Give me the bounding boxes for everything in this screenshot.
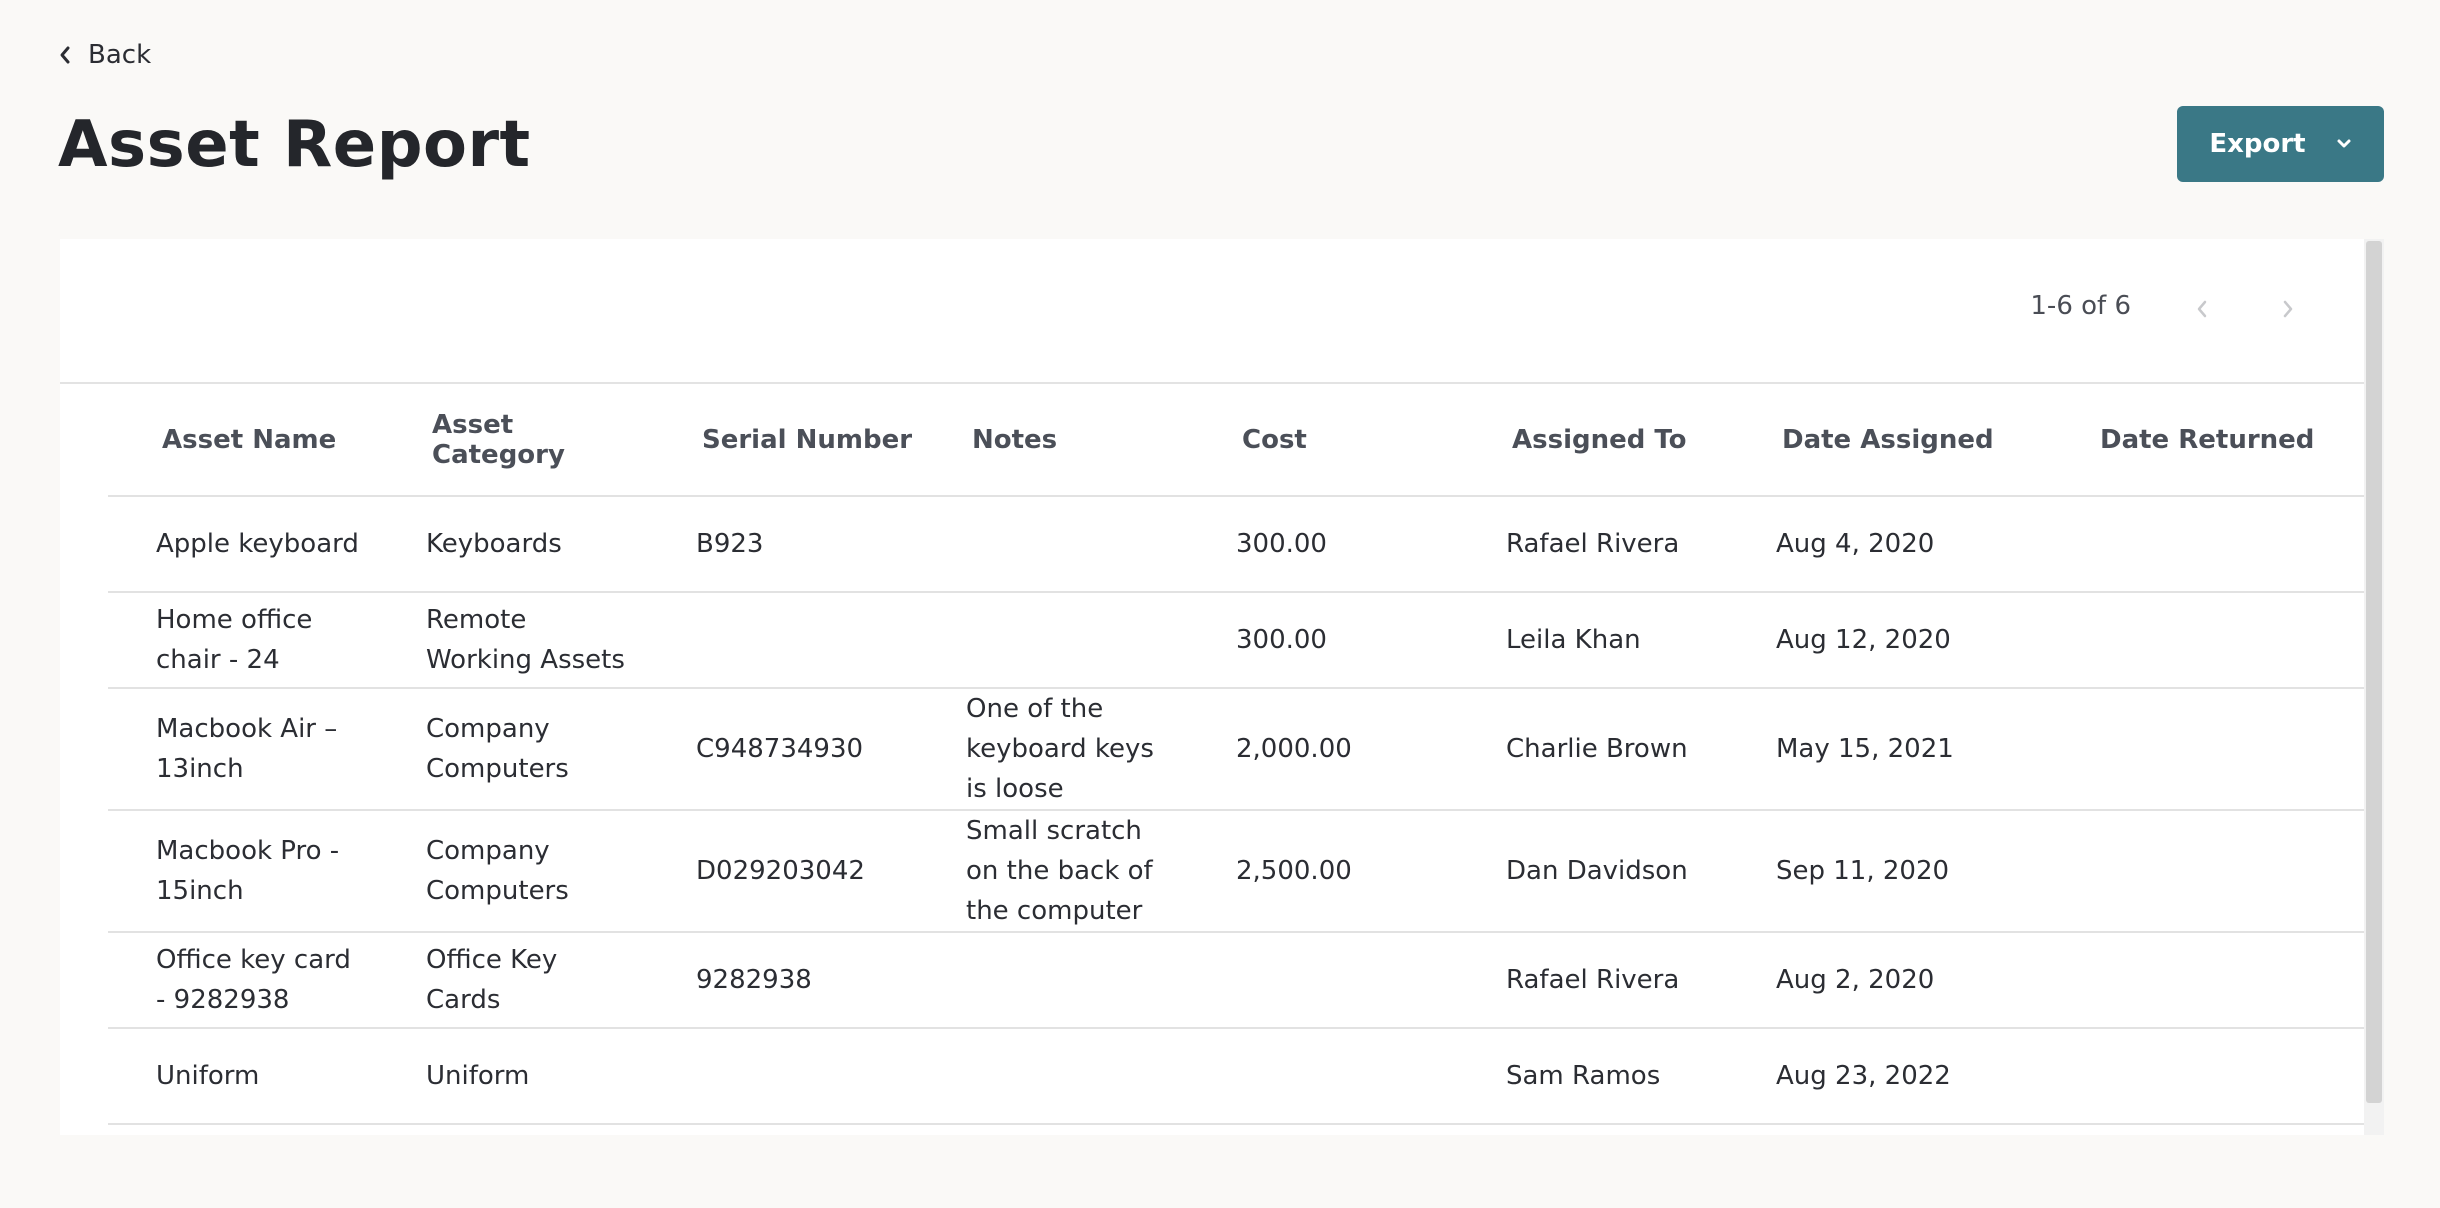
pagination-bar: 1-6 of 6 xyxy=(60,239,2364,384)
column-header-assigned-to[interactable]: Assigned To xyxy=(1458,384,1728,497)
column-header-date-assigned[interactable]: Date Assigned xyxy=(1728,384,2046,497)
chevron-down-icon xyxy=(2337,139,2351,148)
export-button[interactable]: Export xyxy=(2177,106,2384,182)
cell-asset-category: Company Computers xyxy=(378,688,648,811)
cell-serial-number xyxy=(648,1028,918,1125)
table-row[interactable]: Apple keyboard Keyboards B923 300.00 Raf… xyxy=(108,496,2364,593)
cell-asset-category: Office Key Cards xyxy=(378,932,648,1029)
previous-page-button[interactable] xyxy=(2182,289,2222,329)
cell-cost: 2,000.00 xyxy=(1188,688,1458,811)
chevron-left-icon xyxy=(60,46,70,64)
cell-date-assigned: Aug 2, 2020 xyxy=(1728,932,2046,1029)
cell-asset-category: Keyboards xyxy=(378,496,648,593)
next-page-button[interactable] xyxy=(2268,289,2308,329)
cell-cost: 300.00 xyxy=(1188,592,1458,689)
cell-asset-name: Apple keyboard xyxy=(108,496,378,593)
cell-date-assigned: May 15, 2021 xyxy=(1728,688,2046,811)
cell-cost: 300.00 xyxy=(1188,496,1458,593)
column-header-asset-name[interactable]: Asset Name xyxy=(108,384,378,497)
column-header-serial-number[interactable]: Serial Number xyxy=(648,384,918,497)
cell-date-returned xyxy=(2046,496,2364,593)
cell-asset-category: Remote Working Assets xyxy=(378,592,648,689)
table-row[interactable]: Office key card - 9282938 Office Key Car… xyxy=(108,932,2364,1029)
page-title: Asset Report xyxy=(58,108,531,182)
cell-date-assigned: Aug 4, 2020 xyxy=(1728,496,2046,593)
cell-date-returned xyxy=(2046,810,2364,933)
cell-date-assigned: Sep 11, 2020 xyxy=(1728,810,2046,933)
cell-assigned-to: Rafael Rivera xyxy=(1458,496,1728,593)
cell-notes xyxy=(918,592,1188,689)
table-row[interactable]: Home office chair - 24 Remote Working As… xyxy=(108,592,2364,689)
back-label: Back xyxy=(88,40,152,70)
cell-asset-category: Company Computers xyxy=(378,810,648,933)
cell-date-returned xyxy=(2046,1028,2364,1125)
cell-assigned-to: Dan Davidson xyxy=(1458,810,1728,933)
cell-notes: Small scratch on the back of the compute… xyxy=(918,810,1188,933)
back-link[interactable]: Back xyxy=(58,40,151,70)
cell-assigned-to: Sam Ramos xyxy=(1458,1028,1728,1125)
chevron-left-icon xyxy=(2197,300,2207,318)
asset-table: Asset Name Asset Category Serial Number … xyxy=(108,384,2364,1125)
table-row[interactable]: Macbook Pro - 15inch Company Computers D… xyxy=(108,810,2364,933)
scrollbar-thumb[interactable] xyxy=(2366,241,2382,1103)
cell-asset-category: Uniform xyxy=(378,1028,648,1125)
cell-assigned-to: Charlie Brown xyxy=(1458,688,1728,811)
cell-date-assigned: Aug 23, 2022 xyxy=(1728,1028,2046,1125)
asset-report-card: 1-6 of 6 Asset Name Asset Category Seria… xyxy=(60,239,2384,1135)
cell-date-returned xyxy=(2046,932,2364,1029)
cell-notes xyxy=(918,496,1188,593)
cell-date-returned xyxy=(2046,592,2364,689)
cell-serial-number: D029203042 xyxy=(648,810,918,933)
column-header-cost[interactable]: Cost xyxy=(1188,384,1458,497)
cell-notes xyxy=(918,932,1188,1029)
cell-assigned-to: Leila Khan xyxy=(1458,592,1728,689)
cell-asset-name: Macbook Air – 13inch xyxy=(108,688,378,811)
table-header-row: Asset Name Asset Category Serial Number … xyxy=(108,384,2364,497)
cell-asset-name: Office key card - 9282938 xyxy=(108,932,378,1029)
column-header-notes[interactable]: Notes xyxy=(918,384,1188,497)
cell-asset-name: Macbook Pro - 15inch xyxy=(108,810,378,933)
chevron-right-icon xyxy=(2283,300,2293,318)
column-header-asset-category[interactable]: Asset Category xyxy=(378,384,648,497)
cell-notes xyxy=(918,1028,1188,1125)
cell-serial-number: C948734930 xyxy=(648,688,918,811)
cell-serial-number: B923 xyxy=(648,496,918,593)
cell-asset-name: Home office chair - 24 xyxy=(108,592,378,689)
table-row[interactable]: Uniform Uniform Sam Ramos Aug 23, 2022 xyxy=(108,1028,2364,1125)
cell-serial-number: 9282938 xyxy=(648,932,918,1029)
cell-assigned-to: Rafael Rivera xyxy=(1458,932,1728,1029)
table-row[interactable]: Macbook Air – 13inch Company Computers C… xyxy=(108,688,2364,811)
cell-cost: 2,500.00 xyxy=(1188,810,1458,933)
cell-cost xyxy=(1188,932,1458,1029)
column-header-date-returned[interactable]: Date Returned xyxy=(2046,384,2364,497)
vertical-scrollbar[interactable] xyxy=(2364,239,2384,1135)
export-label: Export xyxy=(2209,129,2306,159)
pagination-range: 1-6 of 6 xyxy=(2030,291,2131,321)
cell-cost xyxy=(1188,1028,1458,1125)
cell-serial-number xyxy=(648,592,918,689)
cell-date-returned xyxy=(2046,688,2364,811)
cell-notes: One of the keyboard keys is loose xyxy=(918,688,1188,811)
cell-asset-name: Uniform xyxy=(108,1028,378,1125)
cell-date-assigned: Aug 12, 2020 xyxy=(1728,592,2046,689)
